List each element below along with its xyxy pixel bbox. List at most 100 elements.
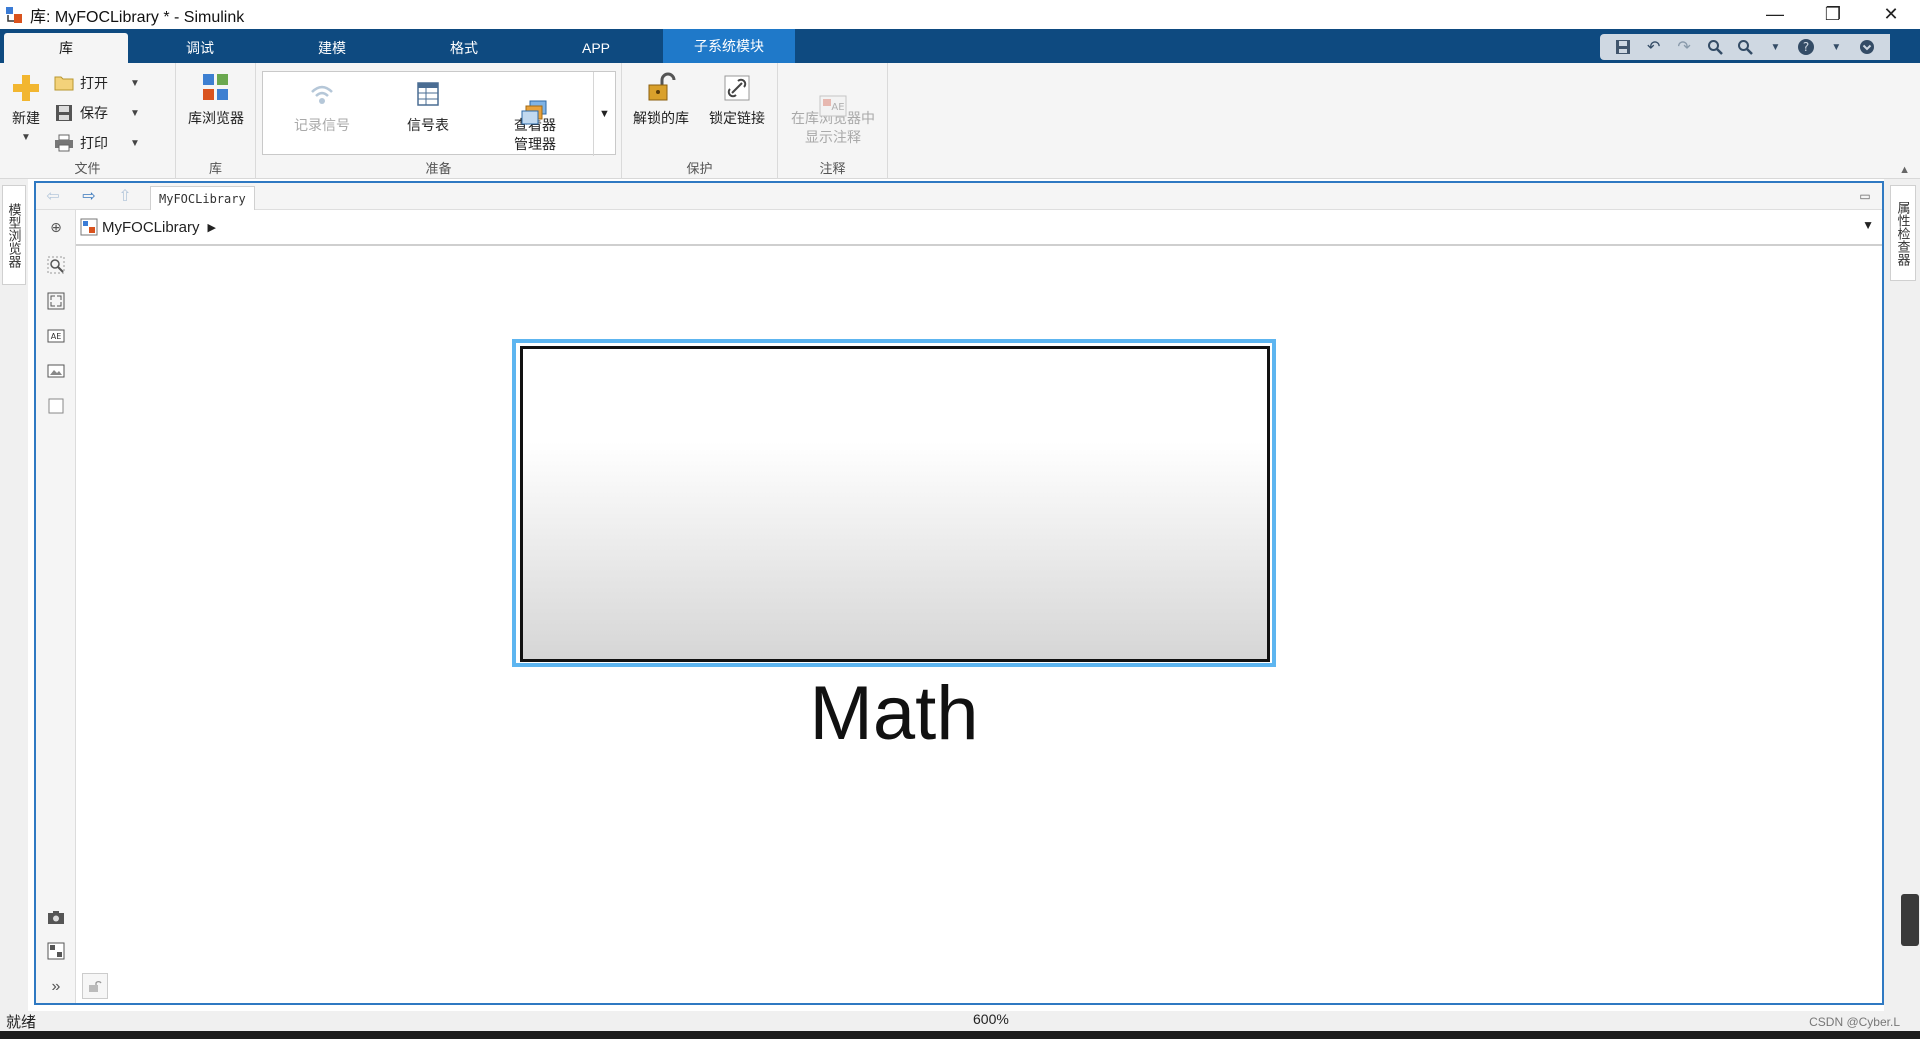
undo-icon[interactable]: ↶: [1643, 37, 1665, 57]
quick-access-toolbar: ↶ ↷ ▼ ? ▼: [1600, 34, 1890, 60]
svg-text:AE: AE: [831, 102, 844, 113]
ribbon-group-library: 库浏览器 库: [176, 63, 256, 179]
forward-arrow-icon[interactable]: ⇨: [78, 186, 100, 206]
area-icon[interactable]: [45, 395, 67, 417]
help-icon[interactable]: ?: [1795, 37, 1817, 57]
address-path[interactable]: MyFOCLibrary ▶: [80, 214, 216, 240]
collapse-ribbon-icon[interactable]: [1856, 37, 1878, 57]
breadcrumb-tab[interactable]: MyFOCLibrary: [150, 186, 255, 210]
close-button[interactable]: ✕: [1862, 0, 1920, 29]
status-bar: 就绪 600% CSDN @Cyber.L: [0, 1011, 1920, 1031]
image-icon[interactable]: [45, 360, 67, 382]
right-panel-strip: 属性检查器: [1884, 179, 1920, 1011]
viewer-manager-button[interactable]: 查看器 管理器: [493, 78, 577, 154]
new-label: 新建: [12, 110, 40, 126]
canvas-lock-icon[interactable]: [82, 973, 108, 999]
annotation-text-icon[interactable]: AE: [45, 325, 67, 347]
lock-links-button[interactable]: 锁定链接: [702, 71, 772, 128]
group-label-prepare: 准备: [425, 161, 452, 176]
unlock-library-button[interactable]: 解锁的库: [628, 71, 694, 128]
ribbon-group-file: 新建 ▼ 打开 ▼ 保存 ▼ 打印 ▼ 文件: [0, 63, 176, 179]
address-model-name: MyFOCLibrary: [102, 218, 200, 236]
hide-show-explorer-icon[interactable]: ⊕: [45, 216, 67, 238]
window-title: 库: MyFOCLibrary * - Simulink: [30, 8, 245, 26]
group-label-file: 文件: [74, 161, 101, 176]
library-browser-icon: [199, 71, 233, 105]
restore-button[interactable]: ❐: [1804, 0, 1862, 29]
open-button[interactable]: 打开 ▼: [54, 71, 140, 95]
chevron-down-icon[interactable]: ▼: [130, 138, 140, 149]
fit-to-view-icon[interactable]: [45, 290, 67, 312]
navigation-row: ⇦ ⇨ ⇧ MyFOCLibrary ▭: [36, 183, 1882, 210]
unlock-library-label: 解锁的库: [633, 110, 689, 126]
tab-format[interactable]: 格式: [406, 33, 522, 63]
table-icon: [411, 78, 445, 112]
save-button[interactable]: 保存 ▼: [54, 101, 140, 125]
property-inspector-tab[interactable]: 属性检查器: [1890, 185, 1916, 281]
tab-apps[interactable]: APP: [538, 33, 654, 63]
viewer-manager-icon: [518, 78, 552, 125]
subsystem-block[interactable]: [520, 346, 1270, 662]
zoom-level: 600%: [973, 1011, 1009, 1027]
find-zoom-icon[interactable]: [1734, 37, 1756, 57]
address-bar: MyFOCLibrary ▶ ▼: [76, 210, 1882, 246]
folder-icon: [54, 74, 74, 92]
block-name-label[interactable]: Math: [512, 670, 1276, 757]
zoom-icon[interactable]: [45, 254, 67, 276]
save-label: 保存: [80, 105, 108, 121]
new-button[interactable]: 新建 ▼: [6, 71, 46, 147]
ribbon-group-annotate: AE 在库浏览器中 显示注释 注释: [778, 63, 888, 179]
signal-table-button[interactable]: 信号表: [393, 78, 463, 135]
chevron-down-icon[interactable]: ▼: [1764, 37, 1786, 57]
tab-library[interactable]: 库: [4, 33, 128, 63]
up-arrow-icon[interactable]: ⇧: [114, 186, 136, 206]
ribbon-tab-bar: 库 调试 建模 格式 APP 子系统模块 ↶ ↷ ▼ ? ▼: [0, 29, 1920, 63]
watermark-credit: CSDN @Cyber.L: [1809, 1015, 1900, 1029]
chevron-down-icon: ▼: [21, 132, 31, 143]
ribbon-group-protect: 解锁的库 锁定链接 保护: [622, 63, 778, 179]
save-icon: [54, 104, 74, 122]
address-dropdown-chevron-icon[interactable]: ▼: [1862, 218, 1874, 232]
print-button[interactable]: 打印 ▼: [54, 131, 140, 155]
library-browser-button[interactable]: 库浏览器: [180, 71, 252, 128]
open-label: 打开: [80, 75, 108, 91]
save-icon[interactable]: [1612, 37, 1634, 57]
log-signals-label: 记录信号: [294, 117, 350, 133]
status-text: 就绪: [6, 1014, 37, 1031]
show-annotation-button[interactable]: AE 在库浏览器中 显示注释: [784, 71, 882, 147]
chevron-down-icon[interactable]: ▼: [1825, 37, 1847, 57]
camera-icon[interactable]: [45, 906, 67, 928]
left-panel-strip: 模型浏览器: [0, 179, 28, 1011]
model-data-icon[interactable]: [45, 940, 67, 962]
scroll-handle[interactable]: [1901, 894, 1919, 946]
model-browser-tab[interactable]: 模型浏览器: [2, 185, 26, 285]
svg-text:?: ?: [1803, 40, 1809, 54]
back-arrow-icon[interactable]: ⇦: [42, 186, 64, 206]
wifi-signal-icon: [305, 78, 339, 112]
unlock-icon: [644, 71, 678, 105]
redo-icon[interactable]: ↷: [1673, 37, 1695, 57]
group-label-protect: 保护: [686, 161, 713, 176]
gallery-expand-chevron-icon[interactable]: ▼: [593, 72, 615, 156]
chevron-right-icon: ▶: [207, 221, 216, 234]
search-icon[interactable]: [1704, 37, 1726, 57]
log-signals-button[interactable]: 记录信号: [283, 78, 361, 135]
link-icon: [720, 71, 754, 105]
minimize-button[interactable]: —: [1746, 0, 1804, 29]
lock-links-label: 锁定链接: [709, 110, 765, 126]
annotation-icon: AE: [816, 71, 850, 117]
keyboard-icon[interactable]: ▭: [1854, 186, 1876, 206]
simulink-library-icon: [4, 5, 24, 25]
collapse-ribbon-arrow-icon[interactable]: ▲: [1899, 164, 1910, 176]
chevron-down-icon[interactable]: ▼: [130, 108, 140, 119]
os-taskbar: [0, 1031, 1920, 1039]
prepare-gallery: 记录信号 信号表 查看器 管理器 ▼: [262, 71, 616, 156]
tab-modeling[interactable]: 建模: [274, 33, 390, 63]
ribbon-group-prepare: 记录信号 信号表 查看器 管理器 ▼ 准备: [256, 63, 622, 179]
tab-subsystem-block[interactable]: 子系统模块: [663, 29, 795, 63]
subsystem-block-selection[interactable]: [512, 339, 1276, 667]
double-chevron-right-icon[interactable]: »: [45, 976, 67, 998]
library-icon: [80, 218, 98, 236]
tab-debug[interactable]: 调试: [142, 33, 258, 63]
chevron-down-icon[interactable]: ▼: [130, 78, 140, 89]
